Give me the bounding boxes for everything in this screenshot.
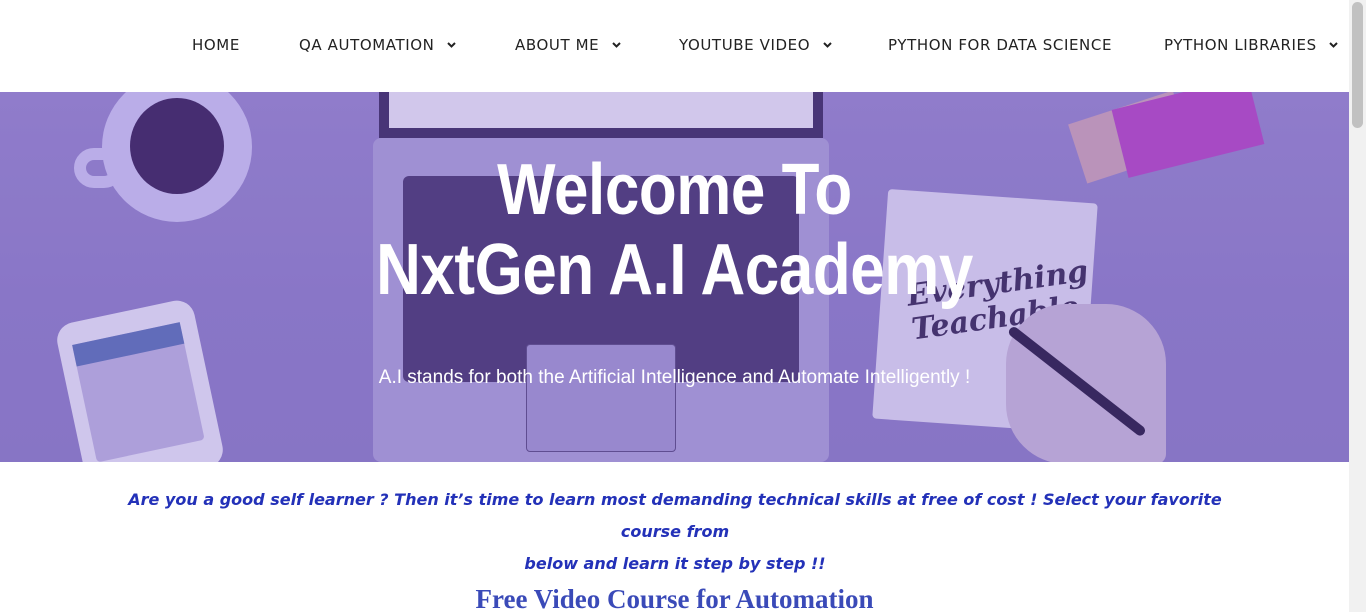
nav-item-label: PYTHON LIBRARIES	[1164, 36, 1317, 54]
nav-item-about-me[interactable]: ABOUT ME	[515, 36, 621, 54]
top-navigation: HOME QA AUTOMATION ABOUT ME YOUTUBE VIDE…	[0, 0, 1349, 92]
chevron-down-icon	[822, 42, 832, 48]
nav-item-python-for-data-science[interactable]: PYTHON FOR DATA SCIENCE	[888, 36, 1112, 54]
hero-title-line-1: Welcome To	[497, 150, 852, 230]
intro-text: Are you a good self learner ? Then it’s …	[120, 484, 1230, 580]
chevron-down-icon	[1329, 42, 1338, 48]
page-scrollbar[interactable]	[1349, 0, 1366, 612]
section-title: Free Video Course for Automation	[475, 584, 874, 612]
nav-item-label: PYTHON FOR DATA SCIENCE	[888, 36, 1113, 54]
nav-item-python-libraries[interactable]: PYTHON LIBRARIES	[1164, 36, 1338, 54]
nav-item-label: QA AUTOMATION	[299, 36, 435, 54]
intro-line-2: below and learn it step by step !!	[524, 554, 826, 573]
nav-item-label: HOME	[192, 36, 240, 54]
nav-item-label: ABOUT ME	[515, 36, 600, 54]
nav-item-qa-automation[interactable]: QA AUTOMATION	[299, 36, 456, 54]
intro-line-1: Are you a good self learner ? Then it’s …	[128, 490, 1222, 541]
nav-item-label: YOUTUBE VIDEO	[679, 36, 811, 54]
chevron-down-icon	[611, 42, 621, 48]
scrollbar-thumb[interactable]	[1352, 2, 1363, 128]
hero-banner: Everything Teachable Welcome To NxtGen A…	[0, 92, 1349, 462]
chevron-down-icon	[447, 42, 456, 48]
nav-item-home[interactable]: HOME	[192, 36, 240, 54]
nav-item-youtube-video[interactable]: YOUTUBE VIDEO	[679, 36, 832, 54]
hero-subtitle: A.I stands for both the Artificial Intel…	[378, 367, 971, 388]
hero-title-line-2: NxtGen A.I Academy	[376, 230, 973, 310]
